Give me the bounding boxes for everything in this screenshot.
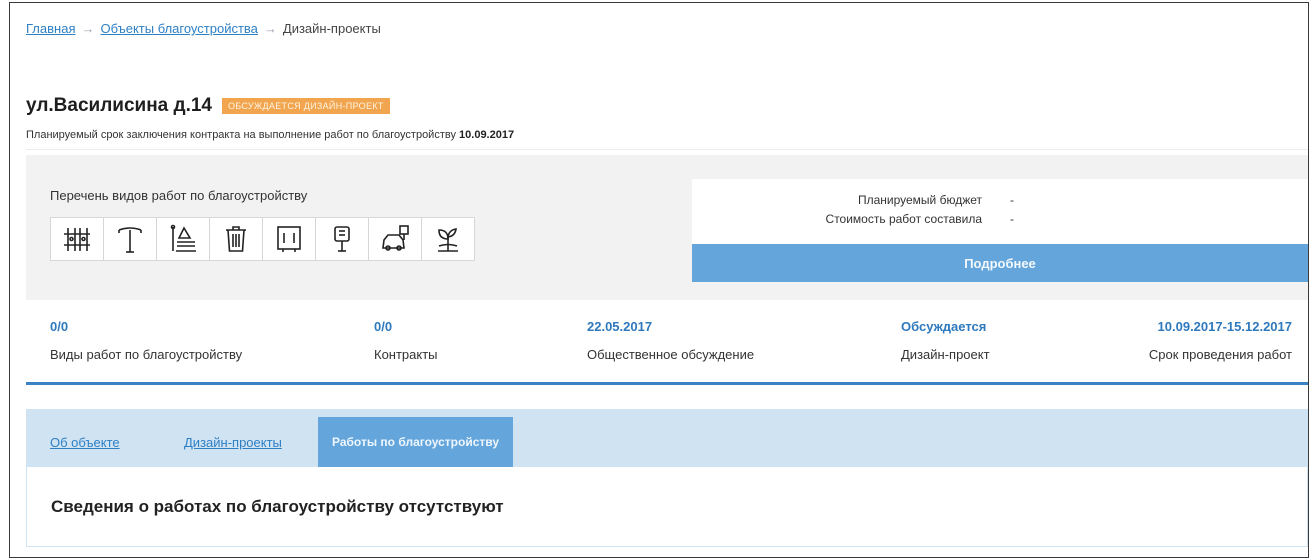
tabs-bar: Об объекте Дизайн-проекты Работы по благ… [26,409,1308,467]
stat-value: 0/0 [374,319,393,334]
breadcrumb-home-link[interactable]: Главная [26,21,75,36]
breadcrumb-separator: → [263,21,277,36]
fence-icon[interactable] [50,217,104,261]
breadcrumb-current: Дизайн-проекты [282,21,381,36]
stat-value: 22.05.2017 [587,319,653,334]
planned-budget-label: Планируемый бюджет [857,193,982,207]
stat-value: Обсуждается [901,319,987,334]
stat-value: 0/0 [50,319,69,334]
stat-contracts: 0/0 Контракты [374,319,438,362]
breadcrumb-section-link[interactable]: Объекты благоустройства [100,21,257,36]
stat-caption: Виды работ по благоустройству [50,347,243,362]
page-title: ул.Василисина д.14 [26,95,212,116]
divider [26,149,1308,150]
contract-deadline: Планируемый срок заключения контракта на… [26,129,514,141]
stat-caption: Общественное обсуждение [587,347,755,362]
works-cost-label: Стоимость работ составила [825,212,982,226]
breadcrumb-separator: → [81,21,95,36]
tab-content: Сведения о работах по благоустройству от… [26,467,1308,547]
page-frame: Главная → Объекты благоустройства → Дизайн-п… [9,2,1309,558]
stat-work-types: 0/0 Виды работ по благоустройству [50,319,242,362]
lantern-icon[interactable] [315,217,369,261]
budget-box: Планируемый бюджет - Стоимость работ сос… [692,179,1308,282]
planned-budget-value: - [1010,193,1014,207]
stat-work-period: 10.09.2017-15.12.2017 Срок проведения ра… [1149,319,1292,362]
works-list-title: Перечень видов работ по благоустройству [50,188,308,203]
info-panel: Перечень видов работ по благоустройству [26,155,1308,300]
work-types-icons [50,217,475,261]
bench-icon[interactable] [156,217,210,261]
contract-deadline-text: Планируемый срок заключения контракта на… [26,129,456,141]
stat-caption: Дизайн-проект [901,347,990,362]
title-row: ул.Василисина д.14 ОБСУЖДАЕТСЯ ДИЗАЙН-ПР… [26,95,390,117]
street-lamp-icon[interactable] [103,217,157,261]
works-cost-value: - [1010,212,1014,226]
breadcrumb: Главная → Объекты благоустройства → Дизайн-п… [26,21,381,36]
stat-caption: Контракты [374,347,438,362]
tab-about-object[interactable]: Об объекте [50,417,120,467]
stats-divider [26,382,1308,385]
status-badge: ОБСУЖДАЕТСЯ ДИЗАЙН-ПРОЕКТ [222,98,390,114]
parking-icon[interactable] [368,217,422,261]
greenery-icon[interactable] [421,217,475,261]
stat-value: 10.09.2017-15.12.2017 [1157,319,1292,334]
stat-caption: Срок проведения работ [1148,347,1292,362]
empty-message: Сведения о работах по благоустройству от… [51,497,504,516]
contract-deadline-date: 10.09.2017 [459,129,515,141]
trash-bin-icon[interactable] [209,217,263,261]
tab-design-projects[interactable]: Дизайн-проекты [184,417,282,467]
tab-improvement-works[interactable]: Работы по благоустройству [318,417,514,467]
stat-public-discussion: 22.05.2017 Общественное обсуждение [587,319,754,362]
stats-row: 0/0 Виды работ по благоустройству 0/0 Ко… [26,319,1308,367]
details-button[interactable]: Подробнее [692,244,1308,282]
board-icon[interactable] [262,217,316,261]
stat-design-project: Обсуждается Дизайн-проект [901,319,990,362]
